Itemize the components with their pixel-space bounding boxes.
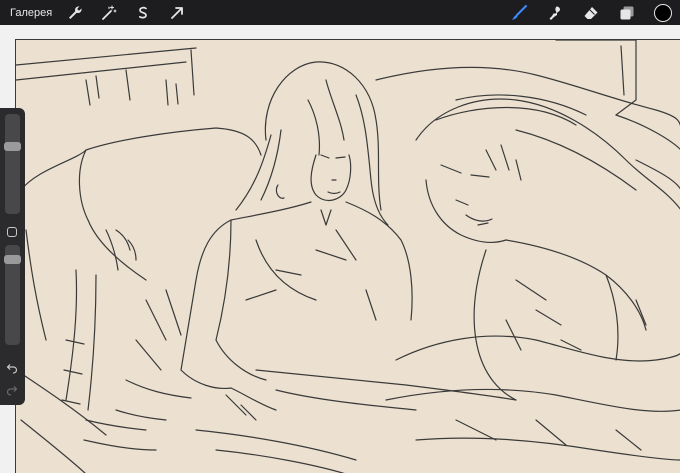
drawing-canvas[interactable] — [15, 39, 680, 473]
transform-arrow-icon — [171, 6, 184, 19]
gallery-button[interactable]: Галерея — [10, 7, 52, 19]
undo-button[interactable] — [4, 361, 20, 375]
actions-button[interactable] — [64, 2, 86, 24]
color-picker-button[interactable] — [652, 2, 674, 24]
magic-wand-icon — [102, 4, 117, 20]
line-art-sketch — [16, 40, 680, 473]
undo-icon — [6, 363, 18, 374]
brush-tool-button[interactable] — [508, 2, 530, 24]
layers-button[interactable] — [616, 2, 638, 24]
brush-sidebar — [0, 108, 25, 405]
selection-icon — [139, 6, 148, 18]
layers-icon — [620, 6, 634, 19]
eraser-icon — [584, 6, 598, 19]
eraser-tool-button[interactable] — [580, 2, 602, 24]
wrench-icon — [69, 5, 82, 19]
smudge-icon — [549, 6, 560, 20]
redo-icon — [6, 385, 18, 396]
brush-size-handle[interactable] — [4, 142, 21, 151]
brush-size-slider[interactable] — [4, 114, 21, 214]
redo-button[interactable] — [4, 383, 20, 397]
brush-icon — [512, 4, 527, 20]
opacity-slider[interactable] — [4, 245, 21, 345]
smudge-tool-button[interactable] — [544, 2, 566, 24]
selection-button[interactable] — [132, 2, 154, 24]
top-toolbar: Галерея — [0, 0, 680, 25]
right-tool-group — [508, 0, 674, 25]
adjustments-button[interactable] — [98, 2, 120, 24]
current-color-swatch — [654, 3, 672, 22]
transform-button[interactable] — [166, 2, 188, 24]
modify-button[interactable] — [7, 227, 17, 237]
opacity-handle[interactable] — [4, 255, 21, 264]
